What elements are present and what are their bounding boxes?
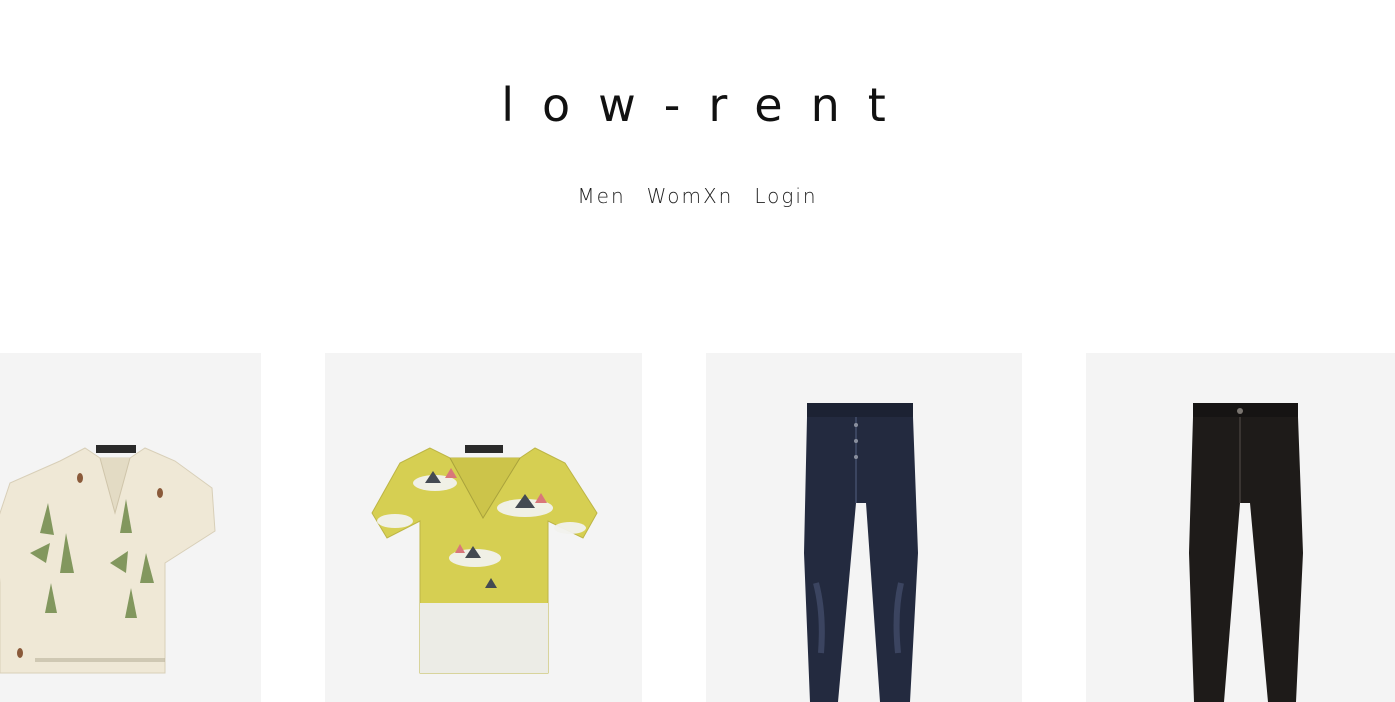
nav-item-login[interactable]: Login [754, 184, 817, 208]
product-card-indigo-jeans[interactable] [706, 353, 1022, 702]
nav-item-womxn[interactable]: WomXn [647, 184, 734, 208]
page: low-rent Men WomXn Login [0, 0, 1395, 702]
product-card-yellow-shirt[interactable] [325, 353, 642, 702]
indigo-jeans-image [804, 403, 918, 702]
product-grid [0, 353, 1395, 702]
product-card-black-jeans[interactable] [1086, 353, 1395, 702]
nav-item-men[interactable]: Men [577, 184, 625, 208]
black-jeans-image [1189, 403, 1303, 702]
yellow-shirt-image [371, 445, 598, 674]
cream-shirt-image [0, 445, 216, 674]
brand-logo[interactable]: low-rent [0, 78, 1395, 132]
main-nav: Men WomXn Login [0, 184, 1395, 208]
product-card-cream-shirt[interactable] [0, 353, 261, 702]
